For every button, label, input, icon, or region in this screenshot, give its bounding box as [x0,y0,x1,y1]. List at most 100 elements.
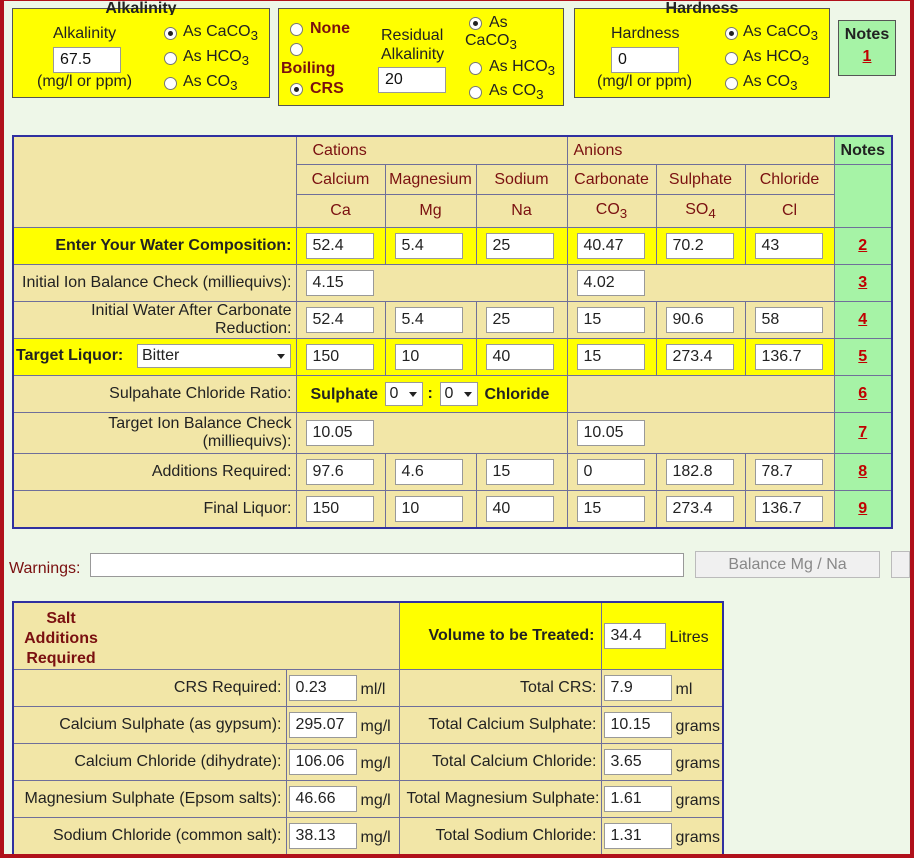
notes-header: Notes [833,135,893,165]
salt-input-cacl[interactable]: 106.06 [288,749,357,775]
note-link-5[interactable]: 5 [858,348,867,365]
add-input-so4[interactable]: 182.8 [665,459,734,485]
salt-input-epsom[interactable]: 46.66 [288,786,357,812]
final-input-mg[interactable]: 10 [394,496,463,522]
hardness-caption: Hardness [665,1,739,15]
add-input-co3[interactable]: 0 [576,459,645,485]
target-input-so4[interactable]: 273.4 [665,344,734,370]
balance-mg-na-button[interactable]: Balance Mg / Na [695,551,880,578]
after-input-co3[interactable]: 15 [576,307,645,333]
row-additions: Additions Required: 97.6 4.6 15 0 182.8 … [12,453,893,491]
comp-input-so4[interactable]: 70.2 [665,233,734,259]
res-radio-hco3[interactable] [469,62,482,75]
add-input-ca[interactable]: 97.6 [305,459,374,485]
comp-input-na[interactable]: 25 [485,233,554,259]
target-input-na[interactable]: 40 [485,344,554,370]
salt-input-nacl[interactable]: 38.13 [288,823,357,849]
salt-input-gypsum[interactable]: 295.07 [288,712,357,738]
after-label: Initial Water After Carbonate Reduction: [12,301,297,339]
add-input-mg[interactable]: 4.6 [394,459,463,485]
final-input-so4[interactable]: 273.4 [665,496,734,522]
salt-total-input-cacl[interactable]: 3.65 [603,749,672,775]
salt-row-epsom: Magnesium Sulphate (Epsom salts): 46.66 m… [12,780,724,818]
ratio-chloride-select[interactable]: 0 [439,382,478,406]
final-input-ca[interactable]: 150 [305,496,374,522]
alkalinity-input[interactable]: 67.5 [53,47,121,73]
comp-input-ca[interactable]: 52.4 [305,233,374,259]
salt-label-gypsum: Calcium Sulphate (as gypsum): [12,706,287,744]
salt-total-input-epsom[interactable]: 1.61 [603,786,672,812]
salt-unit-crs: ml/l [360,681,386,698]
hard-radio-caco3[interactable] [725,27,738,40]
hardness-input[interactable]: 0 [611,47,679,73]
volume-input[interactable]: 34.4 [603,623,666,649]
volume-unit: Litres [669,629,709,646]
after-input-so4[interactable]: 90.6 [665,307,734,333]
salt-total-input-nacl[interactable]: 1.31 [603,823,672,849]
notes-link-1[interactable]: 1 [839,48,895,66]
note-link-7[interactable]: 7 [858,424,867,441]
target-balance-anion-input[interactable]: 10.05 [576,420,645,446]
alk-radio-caco3[interactable] [164,27,177,40]
after-input-ca[interactable]: 52.4 [305,307,374,333]
note-link-3[interactable]: 3 [858,274,867,291]
final-input-co3[interactable]: 15 [576,496,645,522]
after-cell-so4: 90.6 [655,301,746,339]
target-cell-co3: 15 [566,338,657,376]
hard-radio-co3[interactable] [725,77,738,90]
target-liquor-select[interactable]: Bitter [137,344,291,368]
ratio-sulphate-select[interactable]: 0 [384,382,423,406]
final-cell-mg: 10 [384,490,477,529]
balance-cation-input[interactable]: 4.15 [305,270,374,296]
salt-total-input-gypsum[interactable]: 10.15 [603,712,672,738]
add-input-cl[interactable]: 78.7 [754,459,823,485]
comp-input-mg[interactable]: 5.4 [394,233,463,259]
none-label: None [310,20,350,37]
salt-value-cell-cacl: 106.06 mg/l [285,743,400,781]
salt-row-gypsum: Calcium Sulphate (as gypsum): 295.07 mg/l… [12,706,724,744]
salt-input-crs[interactable]: 0.23 [288,675,357,701]
additions-label: Additions Required: [12,453,297,491]
partial-button[interactable] [891,551,910,578]
final-cell-co3: 15 [566,490,657,529]
comp-input-co3[interactable]: 40.47 [576,233,645,259]
note-link-9[interactable]: 9 [858,500,867,517]
res-option-hco3: As HCO3 [489,58,556,79]
target-input-co3[interactable]: 15 [576,344,645,370]
salt-total-cell-cacl: 3.65 grams [600,743,724,781]
add-cell-so4: 182.8 [655,453,746,491]
after-input-na[interactable]: 25 [485,307,554,333]
after-input-mg[interactable]: 5.4 [394,307,463,333]
final-input-na[interactable]: 40 [485,496,554,522]
target-input-mg[interactable]: 10 [394,344,463,370]
res-radio-caco3[interactable] [469,17,482,30]
res-radio-co3[interactable] [469,86,482,99]
salt-total-input-crs[interactable]: 7.9 [603,675,672,701]
note-link-4[interactable]: 4 [858,311,867,328]
hard-radio-hco3[interactable] [725,52,738,65]
radio-boiling[interactable] [290,43,303,56]
alk-radio-hco3[interactable] [164,52,177,65]
after-input-cl[interactable]: 58 [754,307,823,333]
note-link-8[interactable]: 8 [858,463,867,480]
salt-total-label-crs: Total CRS: [398,669,602,707]
comp-input-cl[interactable]: 43 [754,233,823,259]
final-input-cl[interactable]: 136.7 [754,496,823,522]
salt-row-cacl: Calcium Chloride (dihydrate): 106.06 mg/l… [12,743,724,781]
target-input-ca[interactable]: 150 [305,344,374,370]
residual-input[interactable]: 20 [378,67,446,93]
add-input-na[interactable]: 15 [485,459,554,485]
radio-none[interactable] [290,23,303,36]
note-link-6[interactable]: 6 [858,385,867,402]
warnings-field[interactable] [90,553,684,577]
target-balance-cation-input[interactable]: 10.05 [305,420,374,446]
target-input-cl[interactable]: 136.7 [754,344,823,370]
radio-crs[interactable] [290,83,303,96]
target-balance-anion-cell: 10.05 [566,412,835,454]
alk-radio-co3[interactable] [164,77,177,90]
note-cell-2: 2 [833,227,893,265]
note-link-2[interactable]: 2 [858,237,867,254]
balance-anion-input[interactable]: 4.02 [576,270,645,296]
hard-option-hco3: As HCO3 [743,48,810,69]
residual-title-1: Residual [381,27,444,44]
